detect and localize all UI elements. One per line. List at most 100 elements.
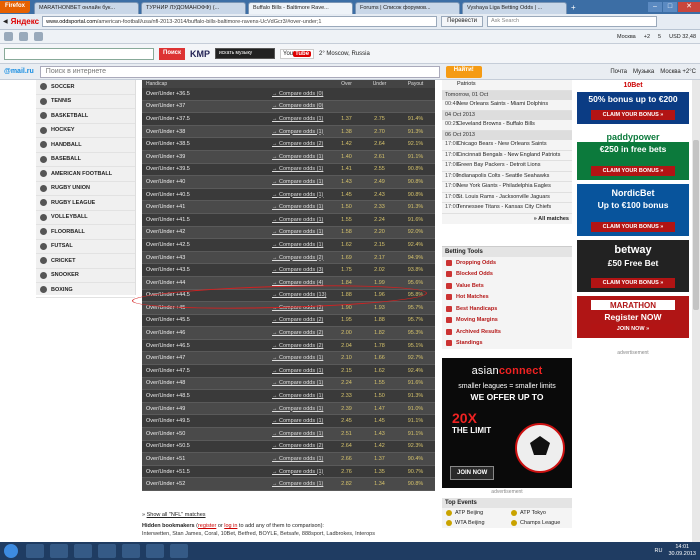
odds-row[interactable]: Over/Under +49.5 → Compare odds (1) 2.45 1.… [142,415,435,429]
over-odds[interactable]: 2.00 [330,330,363,336]
compare-odds-link[interactable]: → Compare odds (1) [242,242,330,248]
match-row[interactable]: Patriots [442,80,572,91]
match-name[interactable]: Cleveland Browns - Buffalo Bills [457,121,572,129]
odds-row[interactable]: Over/Under +42 → Compare odds (1) 1.58 2.20… [142,226,435,240]
odds-row[interactable]: Over/Under +37 → Compare odds (0) [142,100,435,114]
sport-item[interactable]: BASEBALL [36,153,135,167]
compare-odds-link[interactable]: → Compare odds (1) [242,166,330,172]
over-odds[interactable]: 2.66 [330,456,363,462]
odds-row[interactable]: Over/Under +52 → Compare odds (1) 2.82 1.34… [142,478,435,491]
under-odds[interactable]: 1.62 [363,368,396,374]
over-odds[interactable]: 1.43 [330,179,363,185]
match-name[interactable]: Cincinnati Bengals - New England Patriot… [457,152,572,160]
under-odds[interactable]: 1.82 [363,330,396,336]
odds-row[interactable]: Over/Under +46.5 → Compare odds (2) 2.04 1.… [142,339,435,353]
over-odds[interactable]: 1.69 [330,255,363,261]
over-odds[interactable]: 1.75 [330,267,363,273]
over-odds[interactable]: 1.41 [330,166,363,172]
under-odds[interactable]: 2.49 [363,179,396,185]
taskbar-app-icon[interactable] [170,544,188,558]
browser-tab-active[interactable]: Buffalo Bills - Baltimore Rave... [248,2,354,14]
show-all-nfl-link[interactable]: Show all "NFL" matches [147,512,206,518]
compare-odds-link[interactable]: → Compare odds (2) [242,443,330,449]
usd-rate[interactable]: USD 32,48 [669,34,696,40]
search-button[interactable]: Поиск [159,47,186,60]
under-odds[interactable]: 1.35 [363,469,396,475]
close-icon[interactable]: ✕ [678,2,700,12]
over-odds[interactable]: 1.37 [330,116,363,122]
taskbar-app-icon[interactable] [26,544,44,558]
betting-tool-link[interactable]: Hot Matches [442,292,572,304]
odds-row[interactable]: Over/Under +49 → Compare odds (1) 2.39 1.47… [142,402,435,416]
compare-odds-link[interactable]: → Compare odds (1) [242,192,330,198]
odds-row[interactable]: Over/Under +38 → Compare odds (1) 1.38 2.70… [142,125,435,139]
match-row[interactable]: 00:40 New Orleans Saints - Miami Dolphins [442,100,572,111]
sport-item[interactable]: HANDBALL [36,138,135,153]
ask-search-input[interactable]: Ask Search [486,16,657,27]
compare-odds-link[interactable]: → Compare odds (3) [242,267,330,273]
over-odds[interactable]: 2.24 [330,380,363,386]
over-odds[interactable]: 2.82 [330,481,363,487]
under-odds[interactable]: 1.99 [363,280,396,286]
match-name[interactable]: Green Bay Packers - Detroit Lions [457,162,572,170]
compare-odds-link[interactable]: → Compare odds (1) [242,456,330,462]
ad-10bet[interactable]: 10Bet 50% bonus up to €200 CLAIM YOUR BO… [577,80,689,124]
under-odds[interactable]: 2.43 [363,192,396,198]
odds-row[interactable]: Over/Under +45.5 → Compare odds (2) 1.95 1.… [142,314,435,328]
match-name[interactable]: Tennessee Titans - Kansas City Chiefs [457,204,572,212]
odds-row[interactable]: Over/Under +42.5 → Compare odds (1) 1.62 2.… [142,239,435,252]
kmp-logo[interactable]: KMP [190,49,210,59]
odds-row[interactable]: Over/Under +40 → Compare odds (1) 1.43 2.49… [142,176,435,189]
betting-tool-link[interactable]: Dropping Odds [442,257,572,269]
betting-tool-link[interactable]: Best Handicaps [442,303,572,315]
join-now-button[interactable]: JOIN NOW » [591,324,675,334]
sport-item[interactable]: RUGBY UNION [36,182,135,196]
browser-tab[interactable]: Vyshaya Liga Betting Odds | ... [462,2,568,14]
under-odds[interactable]: 1.45 [363,418,396,424]
compare-odds-link[interactable]: → Compare odds (1) [242,154,330,160]
top-event-link[interactable]: Champs League [507,518,572,528]
compare-odds-link[interactable]: → Compare odds (1) [242,229,330,235]
sport-item[interactable]: SNOOKER [36,269,135,283]
betting-tool-link[interactable]: Moving Margins [442,315,572,327]
betting-tool-link[interactable]: Value Bets [442,280,572,292]
under-odds[interactable]: 1.37 [363,456,396,462]
betting-tool-link[interactable]: Archived Results [442,326,572,338]
over-odds[interactable]: 2.10 [330,355,363,361]
claim-bonus-button[interactable]: CLAIM YOUR BONUS » [591,166,675,176]
sport-item[interactable]: RUGBY LEAGUE [36,196,135,211]
under-odds[interactable]: 1.88 [363,317,396,323]
city-label[interactable]: Москва [617,34,636,40]
taskbar-app-icon[interactable] [74,544,92,558]
match-row[interactable]: 17:00 Tennessee Titans - Kansas City Chie… [442,203,572,214]
login-link[interactable]: log in [224,523,237,529]
sport-item[interactable]: TENNIS [36,95,135,109]
ad-betway[interactable]: betway £50 Free Bet CLAIM YOUR BONUS » [577,240,689,292]
taskbar-app-icon[interactable] [98,544,116,558]
asianconnect-ad[interactable]: asianconnect smaller leagues = smaller l… [442,358,572,488]
sport-item[interactable]: FUTSAL [36,240,135,254]
url-bar[interactable]: www.oddsportal.com/american-football/usa… [42,16,438,27]
under-odds[interactable]: 1.93 [363,305,396,311]
under-odds[interactable]: 2.02 [363,267,396,273]
match-row[interactable]: 17:00 Cincinnati Bengals - New England Pa… [442,151,572,161]
compare-odds-link[interactable]: → Compare odds (0) [242,91,330,97]
mailru-logo[interactable]: @mail.ru [4,68,34,75]
under-odds[interactable]: 1.78 [363,343,396,349]
over-odds[interactable]: 1.42 [330,141,363,147]
compare-odds-link[interactable]: → Compare odds (2) [242,343,330,349]
odds-row[interactable]: Over/Under +38.5 → Compare odds (2) 1.42 2.… [142,138,435,151]
over-odds[interactable]: 1.55 [330,217,363,223]
weather-temp[interactable]: +2 [644,34,650,40]
mail-icon[interactable] [19,32,28,41]
compare-odds-link[interactable]: → Compare odds (1) [242,469,330,475]
match-row[interactable]: 17:00 Indianapolis Colts - Seattle Seahaw… [442,172,572,182]
odds-row[interactable]: Over/Under +40.5 → Compare odds (1) 1.45 2.… [142,188,435,202]
compare-odds-link[interactable]: → Compare odds (1) [242,368,330,374]
compare-odds-link[interactable]: → Compare odds (2) [242,141,330,147]
over-odds[interactable]: 1.50 [330,204,363,210]
over-odds[interactable]: 2.15 [330,368,363,374]
under-odds[interactable]: 2.33 [363,204,396,210]
maximize-icon[interactable]: □ [663,2,677,12]
browser-tab[interactable]: Forums | Список форумов... [355,2,461,14]
